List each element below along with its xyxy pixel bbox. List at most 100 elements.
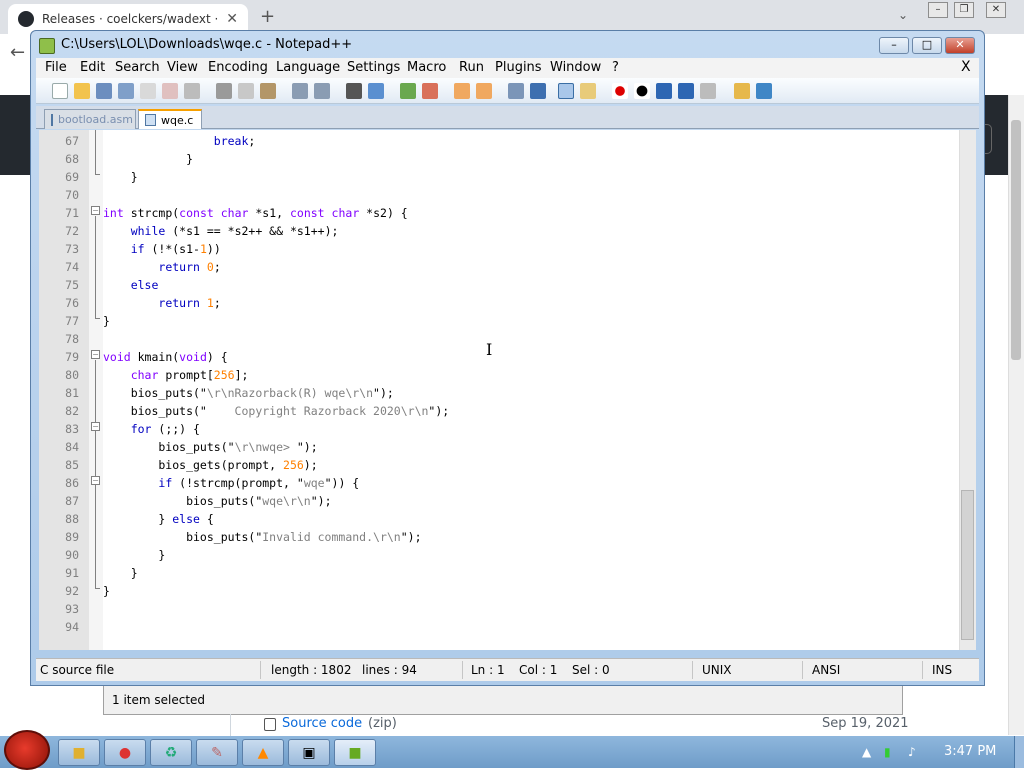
fold-toggle-kmain[interactable]: − xyxy=(91,350,100,359)
show-all-chars-icon[interactable] xyxy=(530,83,546,99)
code-line[interactable]: bios_puts("\r\nwqe> "); xyxy=(103,438,317,456)
code-editor[interactable]: − − − − 67 break; 68 } 69 } 70 71 int strcmp(… xyxy=(39,130,969,650)
battery-icon[interactable]: ▮ xyxy=(884,745,891,759)
close-file-icon[interactable] xyxy=(140,83,156,99)
zoom-out-icon[interactable] xyxy=(422,83,438,99)
code-line[interactable]: int strcmp(const char *s1, const char *s… xyxy=(103,204,408,222)
code-line[interactable]: } xyxy=(103,150,193,168)
code-line[interactable]: if (!strcmp(prompt, "wqe")) { xyxy=(103,474,359,492)
taskbar-explorer-button[interactable]: ■ xyxy=(58,739,100,766)
maximize-button[interactable]: □ xyxy=(912,37,942,54)
undo-icon[interactable] xyxy=(292,83,308,99)
fold-toggle-if[interactable]: − xyxy=(91,476,100,485)
taskbar-cmd-button[interactable]: ▣ xyxy=(288,739,330,766)
code-line[interactable]: if (!*(s1-1)) xyxy=(103,240,221,258)
start-button[interactable] xyxy=(4,730,50,770)
menu-encoding[interactable]: Encoding xyxy=(208,60,268,75)
back-arrow-icon[interactable]: ← xyxy=(10,42,25,63)
menu-language[interactable]: Language xyxy=(276,60,340,75)
menu-help[interactable]: ? xyxy=(612,60,619,75)
paste-icon[interactable] xyxy=(260,83,276,99)
taskbar-notepadpp-button[interactable]: ■ xyxy=(334,739,376,766)
menu-search[interactable]: Search xyxy=(115,60,160,75)
tab-wqe-c[interactable]: wqe.c xyxy=(138,109,202,129)
run-macro-multiple-icon[interactable] xyxy=(678,83,694,99)
browser-minimize-button[interactable]: – xyxy=(928,2,948,18)
menu-view[interactable]: View xyxy=(167,60,198,75)
code-line[interactable]: } xyxy=(103,168,138,186)
code-line[interactable]: char prompt[256]; xyxy=(103,366,249,384)
browser-scrollbar-thumb[interactable] xyxy=(1011,120,1021,360)
code-line[interactable]: bios_puts("\r\nRazorback(R) wqe\r\n"); xyxy=(103,384,394,402)
taskbar-paint-button[interactable]: ✎ xyxy=(196,739,238,766)
code-line[interactable]: bios_puts("Invalid command.\r\n"); xyxy=(103,528,421,546)
code-line[interactable]: bios_puts("wqe\r\n"); xyxy=(103,492,331,510)
show-hidden-icons-icon[interactable]: ▲ xyxy=(862,745,871,759)
menu-run[interactable]: Run xyxy=(459,60,484,75)
taskbar-app-button[interactable]: ♻ xyxy=(150,739,192,766)
tab-search-chevron-icon[interactable]: ⌄ xyxy=(898,8,908,22)
save-all-icon[interactable] xyxy=(118,83,134,99)
code-line[interactable]: else xyxy=(103,276,159,294)
save-macro-icon[interactable] xyxy=(700,83,716,99)
fold-toggle-for[interactable]: − xyxy=(91,422,100,431)
code-line[interactable]: return 1; xyxy=(103,294,220,312)
volume-icon[interactable]: ♪ xyxy=(908,745,916,759)
source-code-link[interactable]: Source code xyxy=(282,716,362,731)
zoom-in-icon[interactable] xyxy=(400,83,416,99)
new-file-icon[interactable] xyxy=(52,83,68,99)
code-line[interactable]: while (*s1 == *s2++ && *s1++); xyxy=(103,222,339,240)
clock[interactable]: 3:47 PM xyxy=(944,744,996,759)
code-line[interactable]: bios_gets(prompt, 256); xyxy=(103,456,317,474)
taskbar-chrome-button[interactable]: ● xyxy=(104,739,146,766)
print-icon[interactable] xyxy=(184,83,200,99)
close-document-button[interactable]: X xyxy=(961,59,971,75)
redo-icon[interactable] xyxy=(314,83,330,99)
folder-workspace-icon[interactable] xyxy=(734,83,750,99)
menu-settings[interactable]: Settings xyxy=(347,60,400,75)
sync-horizontal-icon[interactable] xyxy=(476,83,492,99)
fold-toggle-strcmp[interactable]: − xyxy=(91,206,100,215)
menu-plugins[interactable]: Plugins xyxy=(495,60,542,75)
code-line[interactable]: void kmain(void) { xyxy=(103,348,228,366)
code-line[interactable]: break; xyxy=(103,132,256,150)
tab-bootload-asm[interactable]: bootload.asm xyxy=(44,109,136,129)
code-line[interactable]: for (;;) { xyxy=(103,420,200,438)
close-tab-icon[interactable]: ✕ xyxy=(226,11,238,27)
play-macro-icon[interactable] xyxy=(656,83,672,99)
indent-guide-icon[interactable] xyxy=(558,83,574,99)
taskbar-vlc-button[interactable]: ▲ xyxy=(242,739,284,766)
menu-edit[interactable]: Edit xyxy=(80,60,105,75)
github-search-box[interactable] xyxy=(984,124,992,154)
show-desktop-button[interactable] xyxy=(1014,736,1024,768)
browser-restore-button[interactable]: ❐ xyxy=(954,2,974,18)
code-line[interactable]: } xyxy=(103,564,138,582)
spell-check-icon[interactable] xyxy=(756,83,772,99)
code-line[interactable]: } xyxy=(103,546,165,564)
doc-map-icon[interactable] xyxy=(580,83,596,99)
code-line[interactable]: bios_puts(" Copyright Razorback 2020\r\n… xyxy=(103,402,450,420)
sync-vertical-icon[interactable] xyxy=(454,83,470,99)
word-wrap-icon[interactable] xyxy=(508,83,524,99)
cut-icon[interactable] xyxy=(216,83,232,99)
code-line[interactable]: return 0; xyxy=(103,258,220,276)
stop-macro-icon[interactable] xyxy=(634,83,650,99)
code-line[interactable]: } xyxy=(103,312,110,330)
close-all-icon[interactable] xyxy=(162,83,178,99)
menu-file[interactable]: File xyxy=(45,60,67,75)
browser-close-button[interactable]: ✕ xyxy=(986,2,1006,18)
replace-icon[interactable] xyxy=(368,83,384,99)
menu-window[interactable]: Window xyxy=(550,60,601,75)
code-line[interactable]: } else { xyxy=(103,510,213,528)
editor-scrollbar-thumb[interactable] xyxy=(961,490,974,640)
copy-icon[interactable] xyxy=(238,83,254,99)
close-button[interactable]: ✕ xyxy=(945,37,975,54)
minimize-button[interactable]: – xyxy=(879,37,909,54)
open-file-icon[interactable] xyxy=(74,83,90,99)
find-icon[interactable] xyxy=(346,83,362,99)
record-macro-icon[interactable] xyxy=(612,83,628,99)
menu-macro[interactable]: Macro xyxy=(407,60,446,75)
code-line[interactable]: } xyxy=(103,582,110,600)
new-tab-button[interactable]: + xyxy=(260,6,275,27)
save-icon[interactable] xyxy=(96,83,112,99)
